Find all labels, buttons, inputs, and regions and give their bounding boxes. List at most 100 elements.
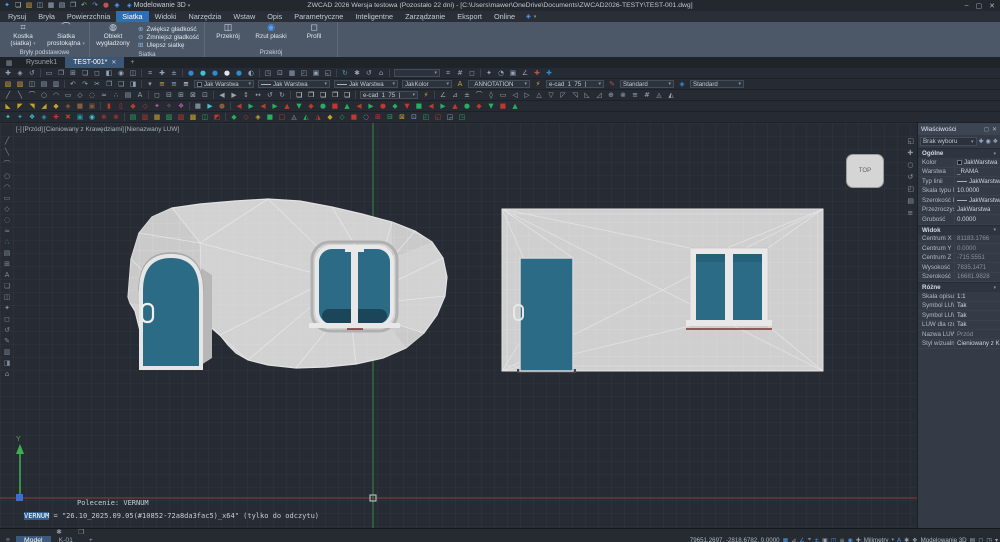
toolbar-icon[interactable]: ±: [461, 92, 473, 99]
toolbar-icon[interactable]: ▣: [86, 103, 98, 110]
toolbar-icon[interactable]: ▶: [365, 103, 377, 110]
side-view-mesh-model[interactable]: [502, 209, 823, 373]
toolbar-icon[interactable]: A: [134, 92, 146, 99]
toolbar-icon[interactable]: ╲: [14, 92, 26, 99]
nav-tool-icon[interactable]: ○: [907, 161, 914, 169]
toolbar-icon[interactable]: ◈: [38, 114, 50, 121]
toolbar-icon[interactable]: ●: [317, 103, 329, 110]
status-toggle-icon[interactable]: ◳: [986, 537, 992, 542]
ribbon-tab-inteligentne[interactable]: Inteligentne: [349, 11, 399, 22]
new-tab-button[interactable]: +: [124, 57, 140, 68]
property-value[interactable]: Tak: [955, 311, 1000, 320]
toolbar-icon[interactable]: ∠: [519, 70, 531, 77]
toolbar-icon[interactable]: ◉: [86, 114, 98, 121]
properties-section-header[interactable]: Ogólne▾: [918, 148, 1000, 158]
front-view-mesh-model[interactable]: [126, 197, 449, 369]
viewport-control-segment[interactable]: [Nienazwany LUW]: [125, 126, 179, 133]
toolbar-icon[interactable]: ◇: [240, 114, 252, 121]
status-toggle-icon[interactable]: A: [897, 537, 901, 542]
style-icon[interactable]: ◈: [526, 13, 531, 20]
toolbar-combo[interactable]: Standard▾: [690, 80, 744, 88]
toolbar-icon[interactable]: ✎: [606, 81, 618, 88]
toolbar-icon[interactable]: ✱: [351, 70, 363, 77]
toolbar-icon[interactable]: ◈: [252, 114, 264, 121]
toolbar-icon[interactable]: ■: [413, 103, 425, 110]
toolbar-icon[interactable]: ◳: [456, 114, 468, 121]
nav-tool-icon[interactable]: ↺: [907, 173, 914, 181]
toolbar-icon[interactable]: ✚: [531, 70, 543, 77]
toolbar-icon[interactable]: ◹: [569, 92, 581, 99]
toolbar-icon[interactable]: ●: [461, 103, 473, 110]
nav-tool-icon[interactable]: ≡: [907, 209, 914, 217]
ribbon-tab-parametryczne[interactable]: Parametryczne: [288, 11, 349, 22]
toolbar-icon[interactable]: ⊡: [408, 114, 420, 121]
toolbar-icon[interactable]: ▶: [437, 103, 449, 110]
toolbar-icon[interactable]: ⌒: [473, 92, 485, 99]
status-toggle-icon[interactable]: ◻: [978, 537, 983, 542]
toolbar-icon[interactable]: ⊠: [396, 114, 408, 121]
toolbar-icon[interactable]: ∠: [437, 92, 449, 99]
toolbar-icon[interactable]: □: [276, 114, 288, 121]
minimize-button[interactable]: –: [965, 2, 969, 10]
toolbar-icon[interactable]: ◆: [50, 103, 62, 110]
toolbar-icon[interactable]: ⊿: [449, 92, 461, 99]
toolbar-icon[interactable]: ◆: [324, 114, 336, 121]
toolbar-icon[interactable]: ✱: [53, 529, 65, 536]
toolbar-icon[interactable]: ▲: [341, 103, 353, 110]
toolbar-icon[interactable]: ◁: [509, 92, 521, 99]
toolbar-icon[interactable]: ◩: [211, 114, 223, 121]
toolbar-icon[interactable]: ◻: [466, 70, 478, 77]
ribbon-tab-rysuj[interactable]: Rysuj: [2, 11, 32, 22]
ribbon-tab-narzędzia[interactable]: Narzędzia: [182, 11, 227, 22]
toolbar-combo[interactable]: Jak Warstwa▾: [258, 80, 330, 88]
refine-mesh-button[interactable]: ⊞ Ulepsz siatkę: [138, 41, 199, 49]
toolbar-icon[interactable]: ◬: [653, 92, 665, 99]
toolbar-icon[interactable]: ▼: [485, 103, 497, 110]
toolbar-icon[interactable]: ◀: [257, 103, 269, 110]
ribbon-tab-opis[interactable]: Opis: [261, 11, 288, 22]
toolbar-icon[interactable]: ❐: [69, 2, 77, 9]
toolbar-icon[interactable]: ▶: [269, 103, 281, 110]
draw-tool-icon[interactable]: ◨: [4, 359, 11, 367]
toolbar-icon[interactable]: ✖: [62, 114, 74, 121]
nav-tool-icon[interactable]: ◰: [907, 185, 914, 193]
nav-tool-icon[interactable]: ✚: [907, 149, 914, 157]
toolbar-icon[interactable]: ○: [38, 92, 50, 99]
maximize-button[interactable]: ▢: [976, 2, 983, 10]
property-value[interactable]: JakWarstwa: [955, 206, 1000, 215]
status-toggle-icon[interactable]: ▤: [970, 537, 976, 542]
toolbar-icon[interactable]: ◈: [14, 70, 26, 77]
toolbar-icon[interactable]: #: [454, 70, 466, 77]
toolbar-icon[interactable]: ╱: [2, 92, 14, 99]
toolbar-icon[interactable]: ◔: [495, 70, 507, 77]
toolbar-icon[interactable]: ◐: [245, 70, 257, 77]
status-toggle-icon[interactable]: ✚: [856, 537, 861, 542]
toolbar-icon[interactable]: ▦: [151, 114, 163, 121]
toolbar-icon[interactable]: ◰: [420, 114, 432, 121]
toolbar-icon[interactable]: ▥: [139, 114, 151, 121]
status-toggle-icon[interactable]: ▣: [822, 537, 828, 542]
toolbar-combo[interactable]: Jak Warstwa▾: [194, 80, 254, 88]
toolbar-icon[interactable]: ❐: [103, 81, 115, 88]
viewport-control-segment[interactable]: [Przód]: [23, 126, 43, 133]
section-button[interactable]: ◫ Przekrój: [208, 23, 248, 49]
toolbar-icon[interactable]: ▶: [245, 103, 257, 110]
toolbar-icon[interactable]: ◬: [288, 114, 300, 121]
toolbar-icon[interactable]: ▷: [521, 92, 533, 99]
property-value[interactable]: 1:1: [955, 292, 1000, 301]
toolbar-icon[interactable]: ✧: [163, 103, 175, 110]
mesh-surface-button[interactable]: ⌒ Siatka prostokątna ▾: [46, 23, 86, 49]
toolbar-icon[interactable]: ■: [497, 103, 509, 110]
toolbar-icon[interactable]: ⊞: [175, 92, 187, 99]
toolbar-icon[interactable]: ▶: [204, 103, 216, 110]
toolbar-icon[interactable]: ✦: [2, 114, 14, 121]
toolbar-icon[interactable]: ●: [197, 70, 209, 77]
toolbar-icon[interactable]: ⊟: [384, 114, 396, 121]
property-value[interactable]: Przód: [955, 330, 1000, 339]
toolbar-icon[interactable]: ✚: [50, 114, 62, 121]
toolbar-icon[interactable]: ◭: [300, 114, 312, 121]
side-window-pane-right[interactable]: [733, 254, 762, 320]
toolbar-icon[interactable]: ◆: [127, 103, 139, 110]
status-toggle-icon[interactable]: ◫: [831, 537, 837, 542]
property-value[interactable]: Tak: [955, 321, 1000, 330]
